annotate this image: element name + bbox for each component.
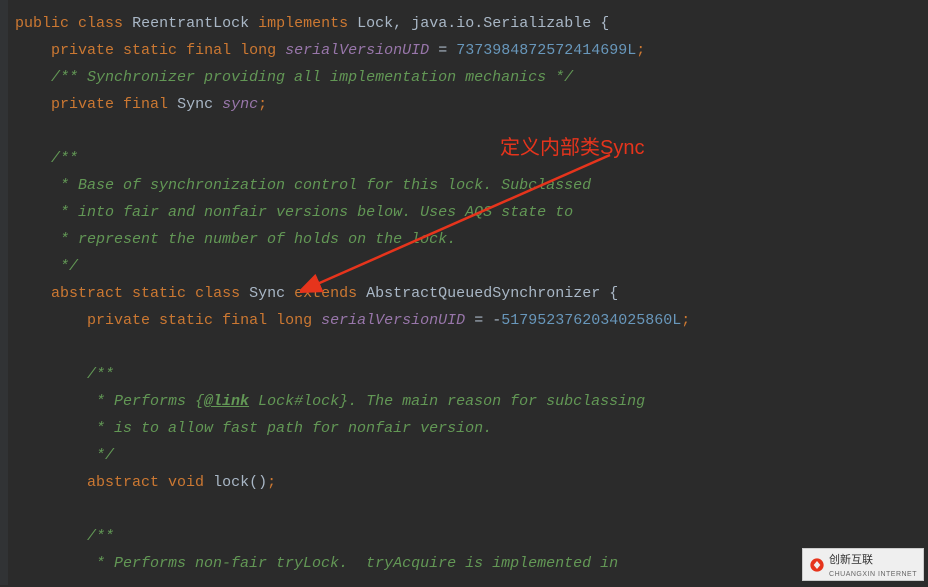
- code-line: [15, 123, 24, 140]
- code-line: * into fair and nonfair versions below. …: [15, 204, 573, 221]
- code-editor[interactable]: public class ReentrantLock implements Lo…: [0, 0, 928, 587]
- code-line: abstract static class Sync extends Abstr…: [15, 285, 618, 302]
- code-line: public class ReentrantLock implements Lo…: [15, 15, 609, 32]
- code-line: */: [15, 447, 114, 464]
- watermark-logo-icon: [809, 557, 825, 573]
- code-line: /** Synchronizer providing all implement…: [15, 69, 573, 86]
- code-line: * represent the number of holds on the l…: [15, 231, 456, 248]
- code-line: [15, 339, 24, 356]
- watermark-brand: 创新互联: [829, 554, 873, 566]
- code-line: private final Sync sync;: [15, 96, 267, 113]
- code-line: */: [15, 258, 78, 275]
- editor-gutter: [0, 0, 8, 585]
- watermark-sub: CHUANGXIN INTERNET: [829, 571, 917, 578]
- code-line: abstract void lock();: [15, 474, 276, 491]
- code-line: * Performs non-fair tryLock. tryAcquire …: [15, 555, 618, 572]
- code-line: /**: [15, 366, 114, 383]
- code-line: /**: [15, 528, 114, 545]
- code-line: private static final long serialVersionU…: [15, 42, 645, 59]
- code-line: * Performs {@link Lock#lock}. The main r…: [15, 393, 645, 410]
- watermark: 创新互联 CHUANGXIN INTERNET: [802, 548, 924, 581]
- code-line: [15, 501, 24, 518]
- code-line: * Base of synchronization control for th…: [15, 177, 591, 194]
- code-line: /**: [15, 150, 78, 167]
- code-line: * is to allow fast path for nonfair vers…: [15, 420, 492, 437]
- code-line: private static final long serialVersionU…: [15, 312, 690, 329]
